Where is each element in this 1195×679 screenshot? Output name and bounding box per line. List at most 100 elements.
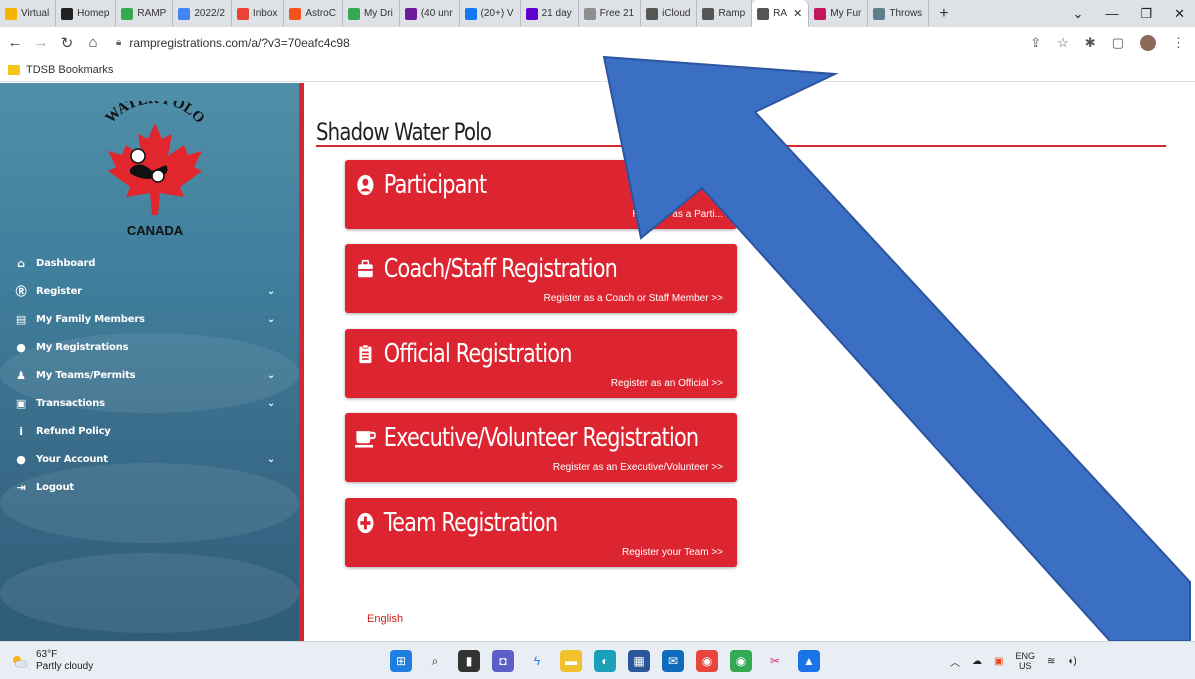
- reload-icon[interactable]: ↻: [56, 34, 78, 52]
- browser-tab[interactable]: 21 day: [521, 0, 579, 27]
- home-icon[interactable]: ⌂: [82, 34, 104, 51]
- minimize-icon[interactable]: —: [1105, 6, 1118, 22]
- weather-widget[interactable]: 63°F Partly cloudy: [0, 649, 93, 673]
- browser-tab[interactable]: (40 unr: [400, 0, 460, 27]
- sidebar-item-logout[interactable]: ⇥ Logout: [0, 473, 299, 501]
- registration-card-coach-staff-registration[interactable]: Coach/Staff Registration Register as a Co…: [345, 244, 737, 313]
- home-icon: ⌂: [17, 256, 25, 270]
- url-field[interactable]: 🔒︎ rampregistrations.com/a/?v3=70eafc4c9…: [116, 36, 350, 50]
- restore-icon[interactable]: ❐: [1140, 6, 1152, 22]
- browser-tab[interactable]: Ramp: [697, 0, 753, 27]
- sidebar-item-my-family-members[interactable]: ▤ My Family Members ⌄: [0, 305, 299, 333]
- file-explorer-icon[interactable]: ▬: [560, 650, 582, 672]
- chevron-down-icon[interactable]: ⌄: [267, 314, 275, 325]
- browser-tab[interactable]: Homep: [56, 0, 117, 27]
- tab-label: Homep: [77, 8, 110, 19]
- chevron-down-icon[interactable]: ⌄: [267, 370, 275, 381]
- start-icon[interactable]: ⊞: [390, 650, 412, 672]
- water-polo-canada-logo[interactable]: WATER POLO CANADA: [80, 101, 230, 241]
- show-hidden-icons[interactable]: ︿: [950, 654, 960, 669]
- lightning-app-icon[interactable]: ϟ: [526, 650, 548, 672]
- tab-favicon-icon: [646, 7, 659, 20]
- registration-card-team-registration[interactable]: Team Registration Register your Team >>: [345, 498, 737, 567]
- tab-label: 21 day: [541, 8, 572, 19]
- browser-tab[interactable]: RAMP: [116, 0, 174, 27]
- tab-label: RAMP: [137, 8, 167, 19]
- tab-search-icon[interactable]: ⌄: [1073, 6, 1084, 22]
- tab-label: Inbox: [252, 8, 278, 19]
- card-subtitle-link[interactable]: Register as a Parti...: [632, 209, 723, 220]
- tab-label: (20+) V: [480, 8, 514, 19]
- sidebar-item-your-account[interactable]: ● Your Account ⌄: [0, 445, 299, 473]
- chevron-down-icon[interactable]: ⌄: [267, 286, 275, 297]
- chat-icon[interactable]: ◘: [492, 650, 514, 672]
- card-subtitle-link[interactable]: Register as an Executive/Volunteer >>: [553, 462, 723, 473]
- back-icon[interactable]: ←: [4, 34, 26, 51]
- browser-tab[interactable]: My Fur: [809, 0, 869, 27]
- sidebar-item-my-registrations[interactable]: ● My Registrations: [0, 333, 299, 361]
- share-icon[interactable]: ⇪: [1030, 35, 1041, 51]
- card-subtitle-link[interactable]: Register as an Official >>: [611, 378, 723, 389]
- search-icon[interactable]: ⌕: [424, 650, 446, 672]
- sidebar-item-my-teams-permits[interactable]: ♟ My Teams/Permits ⌄: [0, 361, 299, 389]
- card-heading: Executive/Volunteer Registration: [355, 423, 699, 453]
- extensions-icon[interactable]: ✱: [1085, 35, 1096, 51]
- snipping-tool-icon[interactable]: ✂: [764, 650, 786, 672]
- tab-new-button[interactable]: +: [929, 5, 958, 23]
- store-icon[interactable]: ▦: [628, 650, 650, 672]
- bookmark-folder-tdsb[interactable]: TDSB Bookmarks: [26, 64, 113, 76]
- card-title: Coach/Staff Registration: [383, 254, 618, 284]
- browser-tab[interactable]: iCloud: [641, 0, 698, 27]
- close-window-icon[interactable]: ✕: [1174, 6, 1185, 22]
- registration-card-participant[interactable]: Participant Register as a Parti...: [345, 160, 737, 229]
- sidebar-item-refund-policy[interactable]: i Refund Policy: [0, 417, 299, 445]
- tab-close-icon[interactable]: ✕: [793, 7, 802, 20]
- browser-tab[interactable]: Throws: [868, 0, 930, 27]
- registration-card-official-registration[interactable]: Official Registration Register as an Offi…: [345, 329, 737, 398]
- volume-icon[interactable]: ◖): [1067, 656, 1076, 667]
- language-link[interactable]: English: [367, 613, 403, 625]
- card-subtitle-link[interactable]: Register as a Coach or Staff Member >>: [544, 293, 723, 304]
- wifi-icon[interactable]: ≋: [1047, 656, 1055, 667]
- chrome-profile-icon[interactable]: ◉: [730, 650, 752, 672]
- sidebar-item-register[interactable]: Ⓡ Register ⌄: [0, 277, 299, 305]
- office-icon[interactable]: ▣: [994, 656, 1003, 667]
- side-panel-icon[interactable]: ▢: [1112, 35, 1124, 51]
- cloud-icon[interactable]: ☁: [972, 656, 982, 667]
- browser-tab[interactable]: My Dri: [343, 0, 400, 27]
- chevron-down-icon[interactable]: ⌄: [267, 454, 275, 465]
- address-bar-row: ← → ↻ ⌂ 🔒︎ rampregistrations.com/a/?v3=7…: [0, 27, 1195, 58]
- sidebar-item-label: My Registrations: [36, 341, 129, 353]
- input-language[interactable]: ENG US: [1015, 651, 1035, 671]
- taskbar-apps: ⊞ ⌕ ▮ ◘ ϟ ▬ ◐ ▦ ✉ ◉ ◉ ✂ ▲: [390, 642, 820, 679]
- tab-favicon-icon: [873, 7, 886, 20]
- browser-tab[interactable]: 2022/2: [173, 0, 232, 27]
- browser-tab[interactable]: Virtual: [0, 0, 57, 27]
- photos-icon[interactable]: ▲: [798, 650, 820, 672]
- card-heading: Participant: [355, 170, 487, 200]
- task-view-icon[interactable]: ▮: [458, 650, 480, 672]
- profile-avatar[interactable]: [1140, 34, 1156, 51]
- card-title: Team Registration: [383, 508, 558, 538]
- forward-icon[interactable]: →: [30, 34, 52, 51]
- browser-tab[interactable]: Inbox: [232, 0, 285, 27]
- sidebar-item-label: Your Account: [36, 453, 108, 465]
- browser-tab[interactable]: RA ✕: [752, 0, 810, 27]
- edge-icon[interactable]: ◐: [594, 650, 616, 672]
- chrome-icon[interactable]: ◉: [696, 650, 718, 672]
- tab-label: My Fur: [830, 8, 862, 19]
- tab-favicon-icon: [702, 7, 715, 20]
- sidebar-item-dashboard[interactable]: ⌂ Dashboard: [0, 249, 299, 277]
- card-subtitle-link[interactable]: Register your Team >>: [622, 547, 723, 558]
- tab-favicon-icon: [525, 7, 538, 20]
- chevron-down-icon[interactable]: ⌄: [267, 398, 275, 409]
- browser-tab[interactable]: AstroC: [284, 0, 343, 27]
- registration-card-executive-volunteer-registration[interactable]: Executive/Volunteer Registration Register…: [345, 413, 737, 482]
- sidebar-item-transactions[interactable]: ▣ Transactions ⌄: [0, 389, 299, 417]
- mail-icon[interactable]: ✉: [662, 650, 684, 672]
- tab-favicon-icon: [236, 7, 249, 20]
- menu-kebab-icon[interactable]: ⋮: [1172, 35, 1185, 51]
- bookmark-star-icon[interactable]: ☆: [1057, 35, 1069, 51]
- browser-tab[interactable]: (20+) V: [460, 0, 521, 27]
- browser-tab[interactable]: Free 21: [579, 0, 642, 27]
